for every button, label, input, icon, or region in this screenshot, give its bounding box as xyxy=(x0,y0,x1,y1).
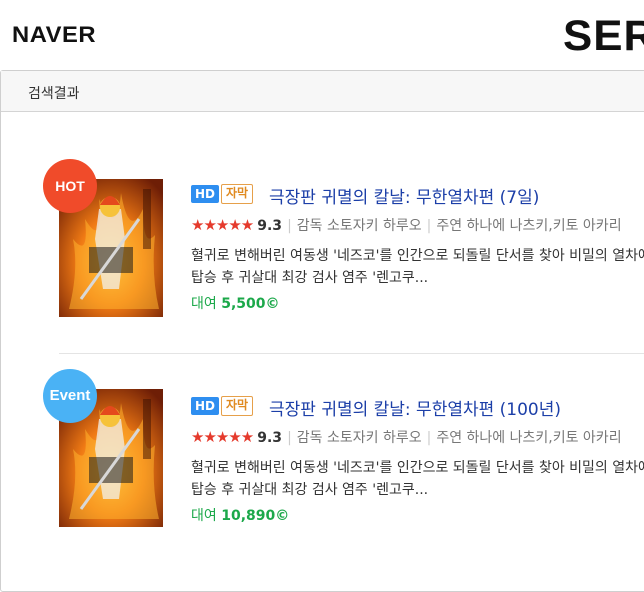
rating-score: 9.3 xyxy=(257,430,283,446)
separator: | xyxy=(287,218,292,234)
hd-tag: HD xyxy=(191,396,220,415)
event-badge: Event xyxy=(43,369,97,423)
director-text: 감독 소토자키 하루오 xyxy=(296,430,422,446)
subtitle-tag: 자막 xyxy=(221,183,254,204)
result-title-link[interactable]: 극장판 귀멸의 칼날: 무한열차편 (7일) xyxy=(269,183,539,208)
result-item: Event HD 자막 극장판 귀멸의 칼날: 무한열차편 (100년) ★★★★… xyxy=(1,369,644,529)
cast-text: 주연 하나에 나츠키,키토 아카리 xyxy=(436,218,622,234)
format-tags: HD 자막 xyxy=(191,395,255,416)
price-label: 대여 xyxy=(191,508,217,524)
result-meta: ★★★★★ 9.3 | 감독 소토자키 하루오 | 주연 하나에 나츠키,키토 아카리 xyxy=(191,427,622,447)
naver-logo[interactable]: NAVER xyxy=(12,22,96,48)
result-item: HOT HD 자막 극장판 귀멸의 칼날: 무한열차편 (7일) ★★★★★ 9.3… xyxy=(1,159,644,321)
rating-score: 9.3 xyxy=(257,218,283,234)
description-line: 탑승 후 귀살대 최강 검사 염주 '렌고쿠... xyxy=(191,482,429,498)
result-description: 혈귀로 변해버린 여동생 '네즈코'를 인간으로 되돌릴 단서를 찾아 비밀의 … xyxy=(191,457,644,501)
rating-stars-icon: ★★★★★ xyxy=(191,428,254,446)
series-logo[interactable]: SER xyxy=(563,12,644,61)
description-line: 탑승 후 귀살대 최강 검사 염주 '렌고쿠... xyxy=(191,270,429,286)
subtitle-tag: 자막 xyxy=(221,395,254,416)
description-line: 혈귀로 변해버린 여동생 '네즈코'를 인간으로 되돌릴 단서를 찾아 비밀의 … xyxy=(191,460,644,476)
rental-price: 대여 10,890© xyxy=(191,505,289,525)
separator: | xyxy=(426,430,432,446)
coin-icon: © xyxy=(275,508,290,524)
result-title-link[interactable]: 극장판 귀멸의 칼날: 무한열차편 (100년) xyxy=(269,395,561,420)
description-line: 혈귀로 변해버린 여동생 '네즈코'를 인간으로 되돌릴 단서를 찾아 비밀의 … xyxy=(191,248,644,264)
cast-text: 주연 하나에 나츠키,키토 아카리 xyxy=(436,430,622,446)
director-text: 감독 소토자키 하루오 xyxy=(296,218,422,234)
format-tags: HD 자막 xyxy=(191,183,255,204)
rental-price: 대여 5,500© xyxy=(191,293,280,313)
site-header: NAVER SER xyxy=(0,0,644,70)
coin-icon: © xyxy=(265,296,280,312)
price-label: 대여 xyxy=(191,296,217,312)
rating-stars-icon: ★★★★★ xyxy=(191,216,254,234)
price-value: 5,500 xyxy=(221,296,266,312)
panel-header: 검색결과 xyxy=(1,71,644,112)
result-description: 혈귀로 변해버린 여동생 '네즈코'를 인간으로 되돌릴 단서를 찾아 비밀의 … xyxy=(191,245,644,289)
hot-badge: HOT xyxy=(43,159,97,213)
item-divider xyxy=(59,353,644,354)
price-value: 10,890 xyxy=(221,508,276,524)
separator: | xyxy=(426,218,432,234)
panel-title: 검색결과 xyxy=(28,86,80,102)
separator: | xyxy=(287,430,292,446)
search-results-panel: 검색결과 HOT HD 자막 극장판 귀멸의 칼날: 무한열차편 (7일) ★★… xyxy=(0,70,644,592)
result-meta: ★★★★★ 9.3 | 감독 소토자키 하루오 | 주연 하나에 나츠키,키토 아카리 xyxy=(191,215,622,235)
hd-tag: HD xyxy=(191,184,220,203)
